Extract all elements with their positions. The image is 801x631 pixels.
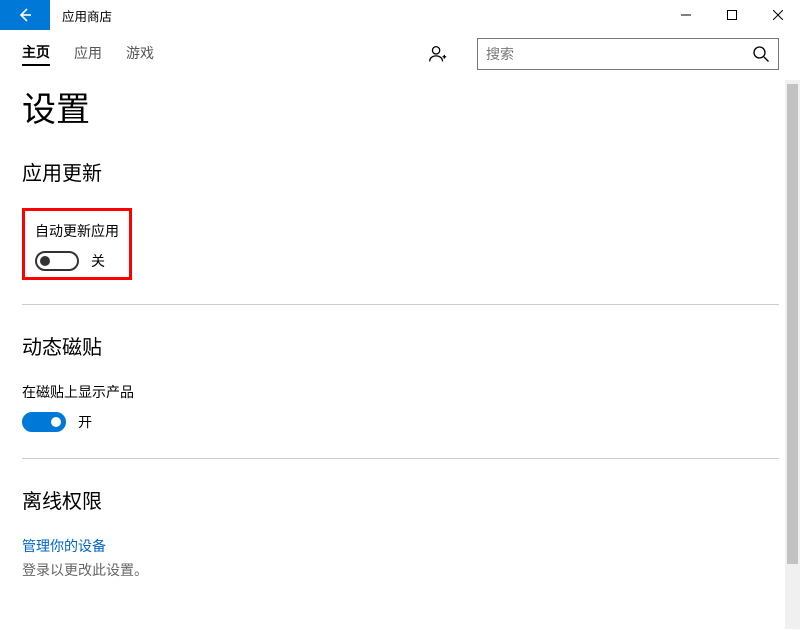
setting-label-auto-update: 自动更新应用 — [35, 221, 119, 241]
close-icon — [773, 10, 783, 20]
scrollbar-thumb[interactable] — [787, 84, 798, 564]
scrollbar[interactable] — [785, 80, 800, 629]
section-title-offline: 离线权限 — [22, 485, 779, 514]
back-arrow-icon — [17, 7, 33, 23]
nav-home[interactable]: 主页 — [22, 42, 50, 66]
nav-apps[interactable]: 应用 — [74, 43, 102, 65]
toggle-tile-products[interactable] — [22, 412, 66, 432]
top-nav: 主页 应用 游戏 — [0, 30, 801, 78]
section-title-app-updates: 应用更新 — [22, 157, 779, 186]
maximize-icon — [727, 10, 737, 20]
search-icon — [752, 45, 770, 63]
account-button[interactable] — [425, 42, 449, 66]
search-button[interactable] — [752, 45, 770, 63]
minimize-button[interactable] — [663, 0, 709, 30]
titlebar: 应用商店 — [0, 0, 801, 30]
divider — [22, 304, 779, 305]
toggle-state-auto-update: 关 — [91, 251, 105, 271]
toggle-knob — [51, 417, 61, 427]
search-box[interactable] — [477, 38, 779, 70]
toggle-auto-update[interactable] — [35, 251, 79, 271]
close-button[interactable] — [755, 0, 801, 30]
highlight-box: 自动更新应用 关 — [22, 208, 132, 280]
content-area: 设置 应用更新 自动更新应用 关 动态磁贴 在磁贴上显示产品 开 离线权限 管理… — [0, 78, 801, 631]
link-manage-devices[interactable]: 管理你的设备 — [22, 536, 779, 556]
search-input[interactable] — [486, 46, 752, 62]
account-icon — [426, 43, 448, 65]
page-title: 设置 — [22, 82, 779, 131]
toggle-state-tile-products: 开 — [78, 412, 92, 432]
hint-sign-in: 登录以更改此设置。 — [22, 560, 779, 580]
setting-label-tile-products: 在磁贴上显示产品 — [22, 382, 779, 402]
section-title-live-tiles: 动态磁贴 — [22, 331, 779, 360]
toggle-knob — [40, 256, 50, 266]
window-title: 应用商店 — [62, 6, 112, 25]
maximize-button[interactable] — [709, 0, 755, 30]
back-button[interactable] — [0, 0, 50, 30]
nav-games[interactable]: 游戏 — [126, 43, 154, 65]
minimize-icon — [681, 10, 691, 20]
divider — [22, 458, 779, 459]
